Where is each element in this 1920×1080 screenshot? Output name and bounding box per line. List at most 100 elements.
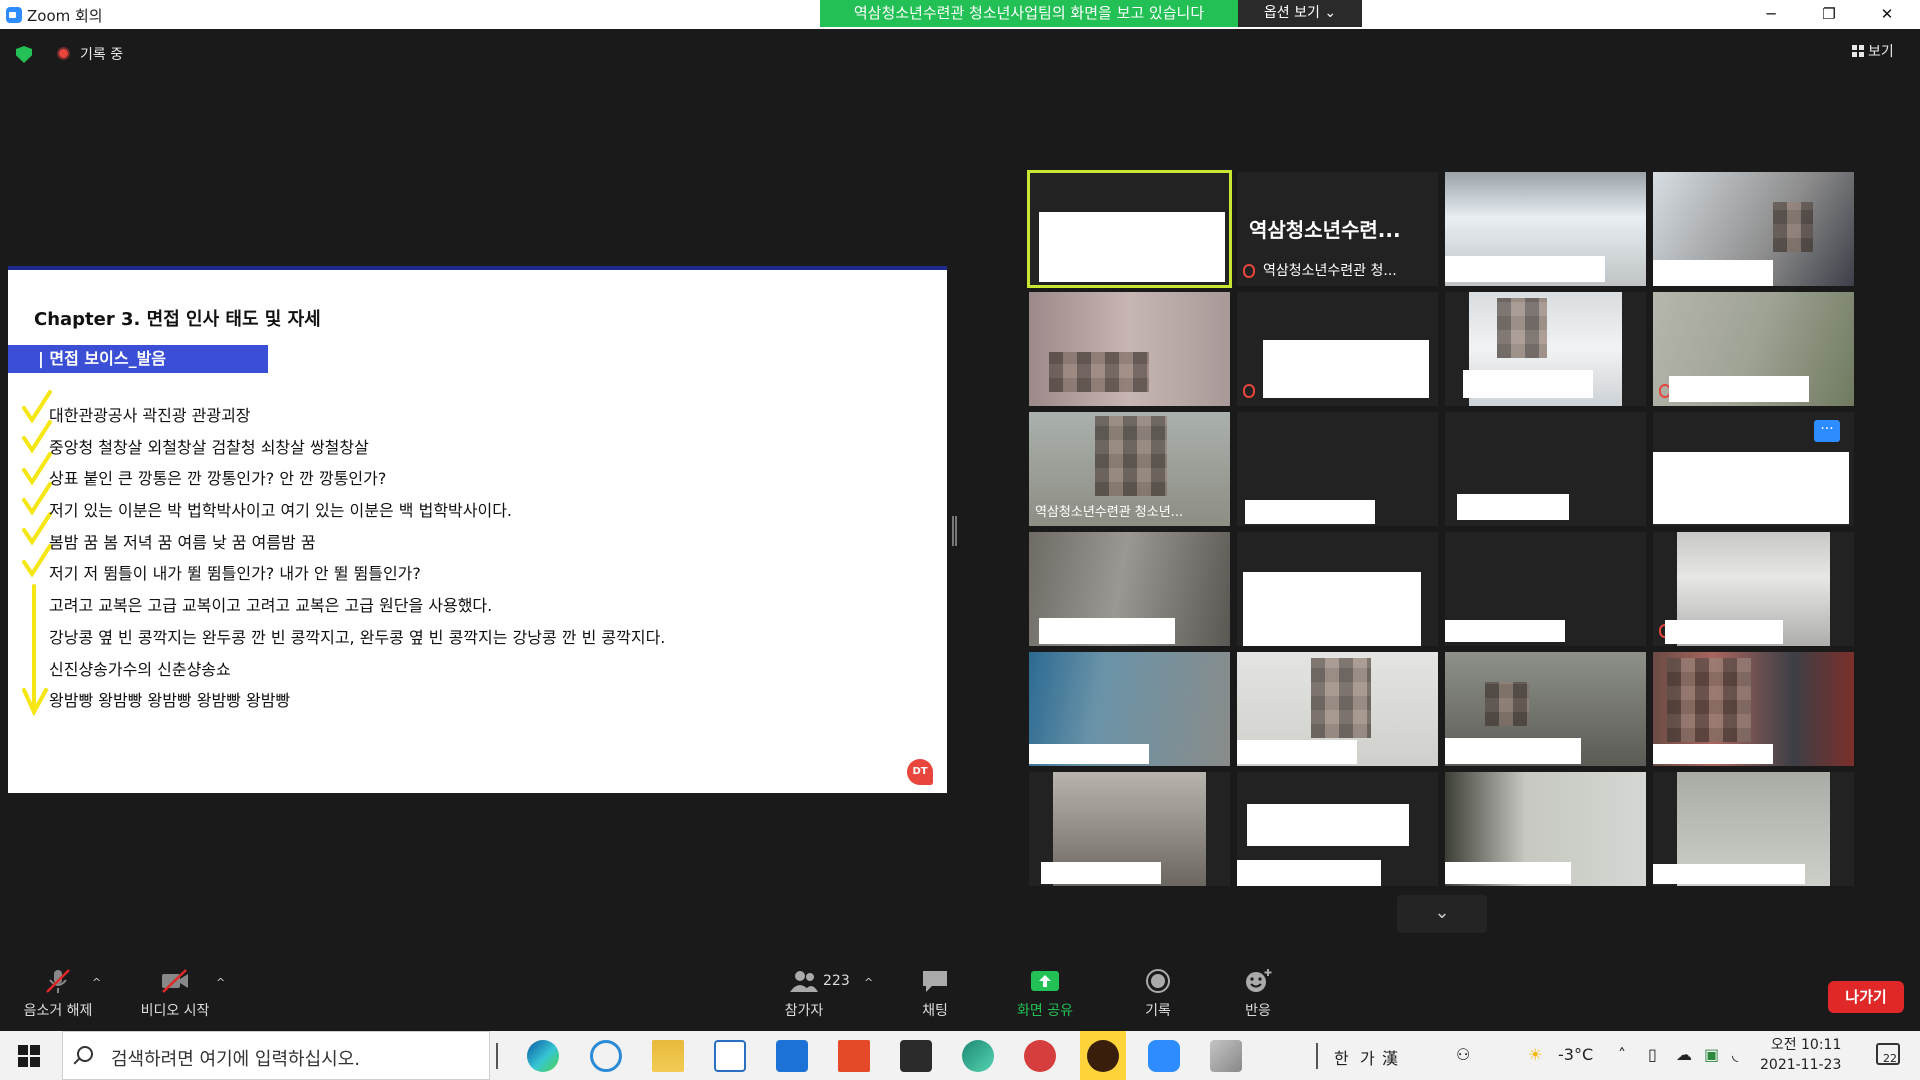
clock-time: 오전 10:11 (1770, 1037, 1842, 1053)
weather-sun-icon[interactable]: ☀ (1528, 1045, 1542, 1064)
ime-ga-indicator[interactable]: 가 (1360, 1045, 1375, 1069)
camera-off-icon (160, 968, 190, 994)
video-tile[interactable] (1237, 532, 1438, 646)
taskbar-clock[interactable]: 오전 10:11 2021-11-23 (1760, 1035, 1841, 1075)
pixelated-face (1095, 416, 1167, 496)
internet-explorer-icon[interactable] (590, 1040, 622, 1072)
maximize-button[interactable]: ❐ (1800, 0, 1858, 29)
recording-status: 기록 중 (80, 47, 124, 63)
wifi-icon[interactable]: ◟ (1732, 1045, 1738, 1064)
video-tile[interactable] (1237, 412, 1438, 526)
video-tile[interactable] (1445, 652, 1646, 766)
unmute-label: 음소거 해제 (23, 1003, 93, 1019)
reactions-button[interactable]: 반응 (1236, 968, 1280, 1020)
tray-chevron-icon[interactable]: ˄ (1618, 1045, 1626, 1064)
slide-section-label: | 면접 보이스_발음 (8, 345, 268, 373)
redaction-box (1039, 212, 1225, 282)
video-tile[interactable] (1237, 292, 1438, 406)
video-tile[interactable] (1029, 532, 1230, 646)
redaction-box (1445, 256, 1605, 282)
ime-hanja-indicator[interactable]: 漢 (1382, 1045, 1398, 1069)
notepad-app-icon[interactable] (714, 1040, 746, 1072)
video-tile[interactable] (1029, 772, 1230, 886)
next-page-button[interactable]: ⌄ (1397, 895, 1487, 933)
window-title: Zoom 회의 (27, 7, 103, 25)
zoom-taskbar-icon[interactable] (1148, 1040, 1180, 1072)
video-tile[interactable] (1445, 532, 1646, 646)
close-button[interactable]: ✕ (1858, 0, 1916, 29)
battery-icon[interactable]: ▯ (1648, 1045, 1657, 1064)
share-banner: 역삼청소년수련관 청소년사업팀의 화면을 보고 있습니다 (820, 0, 1238, 27)
search-icon (77, 1046, 93, 1062)
redaction-box (1243, 572, 1421, 646)
people-icon[interactable]: ⚇ (1456, 1045, 1470, 1064)
video-options-caret[interactable]: ^ (216, 976, 225, 989)
minimize-button[interactable]: ─ (1742, 0, 1800, 29)
video-tile[interactable] (1237, 772, 1438, 886)
video-tile[interactable] (1653, 172, 1854, 286)
temperature-readout[interactable]: -3°C (1558, 1045, 1593, 1064)
store-icon[interactable] (900, 1040, 932, 1072)
security-tray-icon[interactable]: ▣ (1704, 1045, 1719, 1064)
view-button[interactable]: 보기 (1852, 41, 1894, 61)
chat-button[interactable]: 채팅 (912, 968, 958, 1020)
ime-han-indicator[interactable]: 한 (1334, 1045, 1349, 1069)
office-icon[interactable] (838, 1040, 870, 1072)
participants-options-caret[interactable]: ^ (864, 976, 873, 989)
share-screen-button[interactable]: 화면 공유 (1012, 968, 1078, 1020)
participant-name-large: 역삼청소년수련... (1249, 218, 1401, 242)
video-tile[interactable] (1653, 292, 1854, 406)
video-tile[interactable]: ··· (1653, 412, 1854, 526)
pixelated-face (1311, 658, 1371, 738)
start-video-label: 비디오 시작 (140, 1003, 210, 1019)
video-tile[interactable] (1237, 652, 1438, 766)
robot-app-icon[interactable] (1024, 1040, 1056, 1072)
edge-browser-icon[interactable] (527, 1040, 559, 1072)
tile-more-button[interactable]: ··· (1814, 420, 1840, 442)
video-tile[interactable] (1653, 532, 1854, 646)
video-tile[interactable] (1653, 772, 1854, 886)
video-tile[interactable] (1653, 652, 1854, 766)
leave-meeting-button[interactable]: 나가기 (1828, 981, 1904, 1013)
taskbar-divider (1316, 1043, 1318, 1069)
video-tile[interactable] (1445, 292, 1646, 406)
redaction-box (1237, 740, 1357, 764)
video-tile[interactable] (1029, 292, 1230, 406)
notification-center-icon[interactable]: 22 (1876, 1043, 1900, 1065)
cloud-icon[interactable]: ☁ (1676, 1045, 1692, 1064)
taskbar-search-input[interactable]: 검색하려면 여기에 입력하십시오. (62, 1031, 490, 1080)
video-tile[interactable] (1445, 772, 1646, 886)
video-tile[interactable]: 역삼청소년수련관 청소년... (1029, 412, 1230, 526)
taskbar-divider (496, 1043, 498, 1069)
video-tile[interactable] (1445, 412, 1646, 526)
share-screen-label: 화면 공유 (1017, 1003, 1073, 1019)
split-view-handle[interactable] (952, 516, 957, 546)
pixelated-face (1485, 682, 1529, 726)
slide-chapter-title: Chapter 3. 면접 인사 태도 및 자세 (34, 309, 321, 330)
muted-mic-icon (1243, 264, 1255, 278)
video-tile[interactable] (1027, 170, 1232, 288)
mail-icon[interactable] (776, 1040, 808, 1072)
share-screen-icon (1030, 968, 1060, 994)
chrome-style-app-icon[interactable] (962, 1040, 994, 1072)
windows-start-icon[interactable] (18, 1045, 40, 1067)
shared-screen-slide: Chapter 3. 면접 인사 태도 및 자세 | 면접 보이스_발음 대한관… (8, 266, 947, 793)
tongue-twister-line: 강낭콩 옆 빈 콩깍지는 완두콩 깐 빈 콩깍지고, 완두콩 옆 빈 콩깍지는 … (49, 627, 666, 647)
redaction-box (1653, 452, 1849, 524)
meeting-toolbar (0, 955, 1920, 1031)
view-options-button[interactable]: 옵션 보기 ⌄ (1238, 0, 1362, 27)
file-explorer-icon[interactable] (652, 1040, 684, 1072)
video-tile[interactable] (1029, 652, 1230, 766)
redaction-box (1669, 376, 1809, 402)
start-video-button[interactable]: 비디오 시작 (132, 968, 218, 1020)
kakaotalk-icon[interactable] (1087, 1040, 1119, 1072)
unmute-button[interactable]: 음소거 해제 (18, 968, 98, 1020)
paint-app-icon[interactable] (1210, 1040, 1242, 1072)
video-tile[interactable] (1445, 172, 1646, 286)
video-tile[interactable]: 역삼청소년수련... 역삼청소년수련관 청... (1237, 172, 1438, 286)
participant-name: 역삼청소년수련관 청... (1263, 263, 1397, 279)
record-button[interactable]: 기록 (1138, 968, 1178, 1020)
tongue-twister-line: 상표 붙인 큰 깡통은 깐 깡통인가? 안 깐 깡통인가? (49, 469, 387, 489)
audio-options-caret[interactable]: ^ (92, 976, 101, 989)
pixelated-area (1049, 352, 1149, 392)
